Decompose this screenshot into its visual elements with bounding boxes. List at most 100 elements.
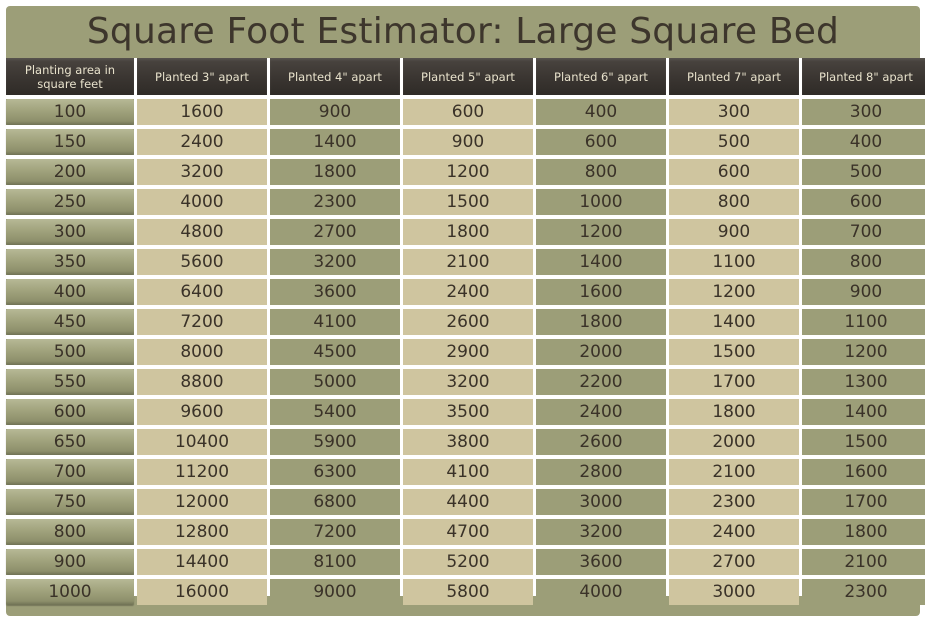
table-cell: 6300 <box>270 459 400 485</box>
table-cell: 2000 <box>536 339 666 365</box>
table-cell: 2400 <box>669 519 799 545</box>
table-cell: 11200 <box>137 459 267 485</box>
column-header-area: Planting area in square feet <box>6 58 134 95</box>
table-cell: 4800 <box>137 219 267 245</box>
row-header-area: 700 <box>6 459 134 485</box>
table-cell: 900 <box>270 99 400 125</box>
table-cell: 4700 <box>403 519 533 545</box>
table-cell: 8100 <box>270 549 400 575</box>
column-header-spacing: Planted 4" apart <box>270 58 400 95</box>
table-cell: 3200 <box>536 519 666 545</box>
table-cell: 3200 <box>137 159 267 185</box>
row-header-area: 800 <box>6 519 134 545</box>
table-cell: 2300 <box>669 489 799 515</box>
row-header-area: 200 <box>6 159 134 185</box>
row-divider <box>6 185 920 189</box>
row-header-area: 500 <box>6 339 134 365</box>
row-header-area: 450 <box>6 309 134 335</box>
table-cell: 1600 <box>137 99 267 125</box>
table-cell: 5900 <box>270 429 400 455</box>
column-header-spacing: Planted 3" apart <box>137 58 267 95</box>
table-cell: 600 <box>536 129 666 155</box>
table-cell: 2900 <box>403 339 533 365</box>
table-cell: 14400 <box>137 549 267 575</box>
table-cell: 800 <box>669 189 799 215</box>
table-cell: 1700 <box>669 369 799 395</box>
row-divider <box>6 515 920 519</box>
table-cell: 1200 <box>403 159 533 185</box>
table-cell: 500 <box>802 159 925 185</box>
table-cell: 2100 <box>669 459 799 485</box>
table-cell: 12800 <box>137 519 267 545</box>
table-cell: 3800 <box>403 429 533 455</box>
table-cell: 5200 <box>403 549 533 575</box>
table-cell: 1600 <box>536 279 666 305</box>
row-divider <box>6 455 920 459</box>
row-header-area: 150 <box>6 129 134 155</box>
row-divider <box>6 245 920 249</box>
row-divider <box>6 545 920 549</box>
table-cell: 5800 <box>403 579 533 605</box>
row-header-area: 300 <box>6 219 134 245</box>
table-cell: 2200 <box>536 369 666 395</box>
row-divider <box>6 215 920 219</box>
table-cell: 4500 <box>270 339 400 365</box>
table-cell: 7200 <box>137 309 267 335</box>
table-cell: 600 <box>403 99 533 125</box>
row-divider <box>6 575 920 579</box>
table-cell: 3600 <box>536 549 666 575</box>
table-cell: 3200 <box>403 369 533 395</box>
table-cell: 9600 <box>137 399 267 425</box>
table-cell: 2100 <box>403 249 533 275</box>
row-divider <box>6 95 920 99</box>
row-header-area: 350 <box>6 249 134 275</box>
table-cell: 3000 <box>536 489 666 515</box>
table-cell: 1800 <box>536 309 666 335</box>
table-cell: 1200 <box>669 279 799 305</box>
row-header-area: 900 <box>6 549 134 575</box>
table-cell: 1800 <box>270 159 400 185</box>
table-cell: 3500 <box>403 399 533 425</box>
table-cell: 1500 <box>669 339 799 365</box>
table-cell: 900 <box>669 219 799 245</box>
table-cell: 4000 <box>536 579 666 605</box>
table-cell: 600 <box>802 189 925 215</box>
table-cell: 2000 <box>669 429 799 455</box>
table-cell: 8000 <box>137 339 267 365</box>
table-cell: 9000 <box>270 579 400 605</box>
table-cell: 1200 <box>802 339 925 365</box>
table-cell: 600 <box>669 159 799 185</box>
table-cell: 400 <box>802 129 925 155</box>
table-cell: 2600 <box>536 429 666 455</box>
table-cell: 6400 <box>137 279 267 305</box>
table-cell: 300 <box>802 99 925 125</box>
page-title: Square Foot Estimator: Large Square Bed … <box>86 11 840 104</box>
table-cell: 3600 <box>270 279 400 305</box>
table-cell: 1800 <box>802 519 925 545</box>
row-header-area: 550 <box>6 369 134 395</box>
table-cell: 3200 <box>270 249 400 275</box>
table-cell: 1500 <box>403 189 533 215</box>
table-cell: 4100 <box>270 309 400 335</box>
row-divider <box>6 155 920 159</box>
table-cell: 500 <box>669 129 799 155</box>
table-cell: 1100 <box>802 309 925 335</box>
table-cell: 5400 <box>270 399 400 425</box>
table-cell: 4100 <box>403 459 533 485</box>
row-divider <box>6 125 920 129</box>
table-cell: 1100 <box>669 249 799 275</box>
estimator-panel: Square Foot Estimator: Large Square Bed … <box>6 6 925 616</box>
column-header-spacing: Planted 6" apart <box>536 58 666 95</box>
row-header-area: 400 <box>6 279 134 305</box>
table-cell: 1400 <box>802 399 925 425</box>
row-divider <box>6 275 920 279</box>
table-cell: 5600 <box>137 249 267 275</box>
table-cell: 5000 <box>270 369 400 395</box>
table-cell: 16000 <box>137 579 267 605</box>
table-cell: 2700 <box>669 549 799 575</box>
table-cell: 2800 <box>536 459 666 485</box>
table-cell: 2300 <box>802 579 925 605</box>
row-divider <box>6 395 920 399</box>
table-cell: 1400 <box>669 309 799 335</box>
table-cell: 900 <box>403 129 533 155</box>
